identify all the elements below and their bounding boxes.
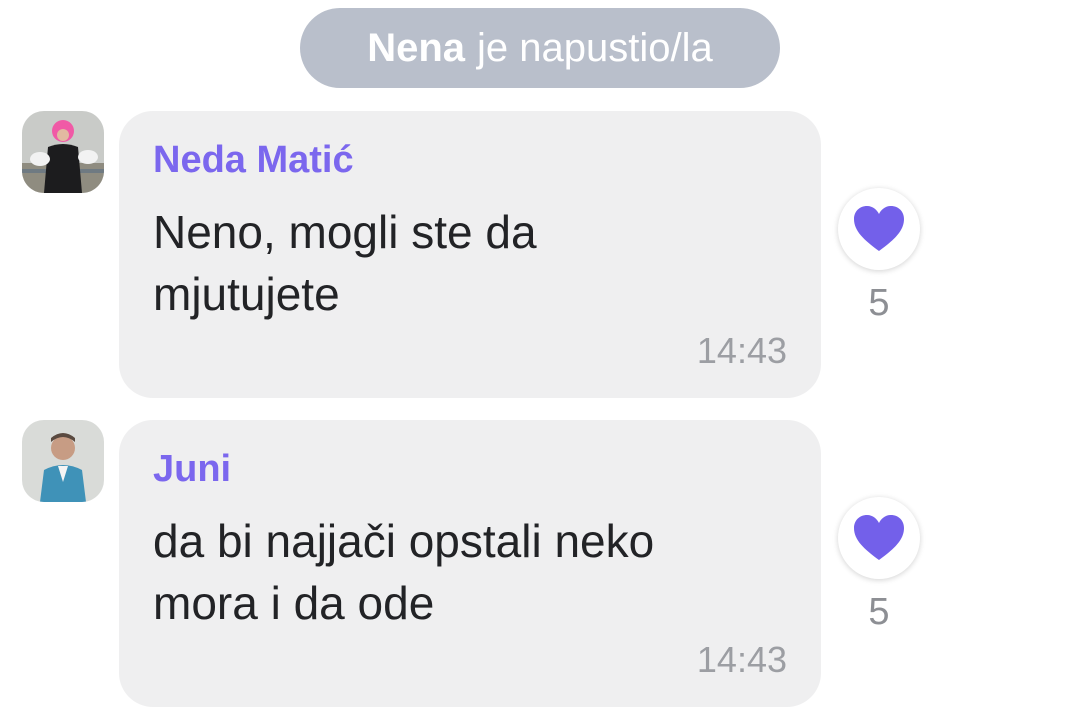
avatar-neda-image [22,111,104,193]
system-notice: Nena je napustio/la [300,8,780,88]
message-bubble[interactable]: Juni da bi najjači opstali neko mora i d… [119,420,821,707]
message-text: da bi najjači opstali neko mora i da ode [153,515,655,629]
system-notice-name[interactable]: Nena [367,26,465,71]
sender-name[interactable]: Juni [153,448,231,491]
heart-icon [854,206,904,251]
reaction-button[interactable] [838,188,920,270]
heart-icon [854,515,904,560]
message-text: Neno, mogli ste da mjutujete [153,206,537,320]
system-notice-text: je napustio/la [477,25,713,70]
avatar[interactable] [22,111,104,193]
reaction-count[interactable]: 5 [838,282,920,325]
reaction-count[interactable]: 5 [838,591,920,634]
reaction-button[interactable] [838,497,920,579]
avatar[interactable] [22,420,104,502]
avatar-juni-image [22,420,104,502]
message-time: 14:43 [696,639,787,680]
message-time: 14:43 [696,330,787,371]
sender-name[interactable]: Neda Matić [153,139,354,182]
message-bubble[interactable]: Neda Matić Neno, mogli ste da mjutujete … [119,111,821,398]
